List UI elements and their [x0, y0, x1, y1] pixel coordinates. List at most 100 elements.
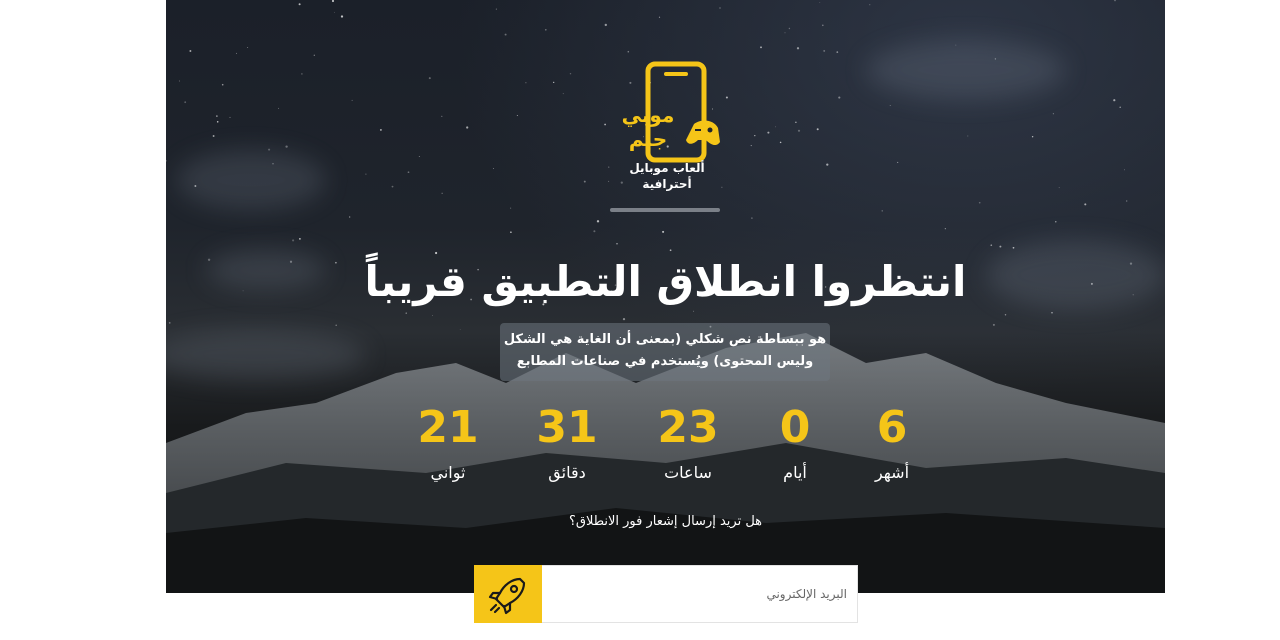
star [897, 161, 899, 163]
star [967, 135, 969, 137]
star [379, 128, 382, 131]
star [1052, 113, 1054, 115]
star [1114, 0, 1116, 2]
star [292, 239, 295, 242]
countdown-label: أيام [783, 463, 807, 482]
countdown-label: ساعات [664, 463, 712, 482]
cloud-decoration [176, 150, 326, 210]
star [229, 116, 231, 118]
countdown-label: دقائق [548, 463, 586, 482]
star [779, 141, 782, 144]
star [1055, 221, 1057, 223]
star [796, 47, 800, 50]
star [493, 167, 494, 169]
description-line: هو ببساطة نص شكلي (بمعنى أن الغاية هي ال… [503, 332, 827, 347]
star [999, 245, 1002, 248]
countdown-minutes: 31 دقائق [517, 400, 617, 486]
star [428, 77, 431, 80]
star [278, 107, 280, 109]
star [819, 2, 821, 3]
star [881, 210, 883, 212]
star [593, 230, 596, 233]
star [889, 105, 891, 107]
cloud-decoration [866, 40, 1066, 100]
countdown-days: 0 أيام [745, 400, 845, 486]
star [525, 82, 527, 84]
star [719, 7, 721, 9]
star [301, 73, 303, 75]
submit-button[interactable] [474, 565, 542, 623]
star [216, 115, 218, 117]
star [788, 27, 791, 30]
star [391, 185, 394, 188]
star [166, 160, 167, 162]
star [1124, 169, 1125, 171]
star [751, 217, 753, 219]
star [516, 115, 518, 116]
star [795, 121, 797, 123]
star [247, 46, 249, 49]
email-field-wrapper [542, 565, 858, 623]
star [365, 173, 367, 175]
description-box: هو ببساطة نص شكلي (بمعنى أن الغاية هي ال… [500, 323, 830, 381]
star [340, 15, 344, 18]
star [823, 49, 826, 52]
logo-tagline: ألعاب موبايل أحترافية [629, 161, 705, 191]
star [1126, 200, 1128, 202]
star [504, 33, 507, 36]
star [334, 11, 335, 13]
star [816, 128, 819, 131]
star [299, 238, 301, 240]
countdown-seconds: 21 ثواني [398, 400, 498, 486]
star [441, 192, 443, 194]
star [750, 145, 752, 147]
star [236, 52, 237, 54]
star [604, 23, 607, 27]
star [466, 126, 469, 129]
star [510, 207, 512, 209]
star [331, 0, 335, 3]
star [189, 50, 192, 52]
star [569, 72, 572, 75]
star [562, 93, 564, 95]
page-title: انتظروا انطلاق التطبيق قريباً [364, 257, 967, 306]
star [616, 243, 618, 245]
hero-section: موبي جيم ألعاب موبايل أحترافية انتظروا ا… [166, 0, 1165, 593]
star [313, 54, 315, 56]
star [510, 231, 512, 234]
star [495, 8, 497, 10]
countdown-months: 6 أشهر [842, 400, 942, 486]
star [797, 129, 801, 132]
star [978, 201, 981, 204]
star [285, 145, 288, 148]
star [178, 80, 180, 82]
star [836, 51, 839, 53]
star [869, 4, 871, 6]
notify-prompt: هل تريد إرسال إشعار فور الانطلاق؟ [568, 514, 763, 529]
rocket-icon [488, 577, 526, 615]
star [662, 230, 665, 233]
star [298, 3, 301, 6]
star [553, 81, 555, 84]
star [1119, 106, 1121, 108]
star [544, 28, 547, 31]
star [349, 216, 351, 218]
divider [610, 208, 720, 212]
star [407, 171, 410, 174]
star [627, 50, 630, 53]
subscribe-form [474, 565, 858, 623]
star [784, 32, 786, 34]
star [418, 156, 420, 157]
star [775, 126, 777, 128]
star [658, 16, 661, 18]
countdown-value: 21 [417, 402, 479, 453]
countdown-label: أشهر [874, 463, 910, 482]
logo-wordmark: موبي جيم [621, 103, 675, 151]
star [221, 83, 224, 86]
email-input[interactable] [542, 566, 857, 622]
countdown-value: 6 [876, 402, 908, 453]
star [826, 163, 829, 166]
countdown-value: 0 [779, 402, 811, 453]
countdown-value: 31 [536, 402, 598, 453]
countdown-value: 23 [657, 402, 719, 453]
